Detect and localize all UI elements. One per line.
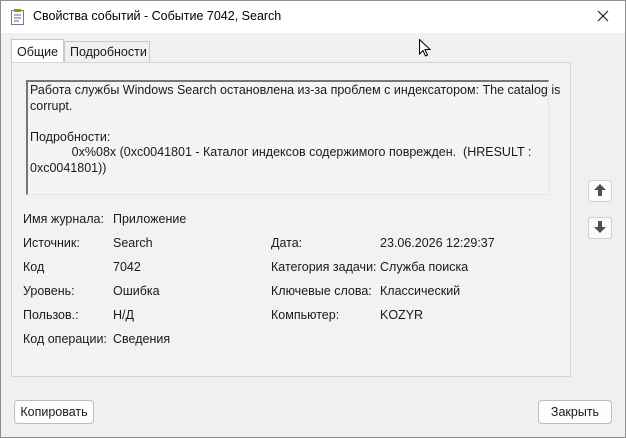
description-line <box>30 114 546 130</box>
description-line: corrupt. <box>30 98 73 113</box>
close-icon <box>597 10 609 25</box>
keywords-label: Ключевые слова: <box>271 284 372 298</box>
opcode-value: Сведения <box>113 332 171 346</box>
description-line: Работа службы Windows Search остановлена… <box>30 83 561 97</box>
opcode-label: Код операции: <box>23 332 107 346</box>
next-event-button[interactable] <box>588 217 612 239</box>
source-value: Search <box>113 236 153 250</box>
description-line: Подробности: <box>30 129 111 144</box>
event-id-label: Код <box>23 260 45 274</box>
log-name-label: Имя журнала: <box>23 212 104 226</box>
task-category-label: Категория задачи: <box>271 260 377 274</box>
event-properties-window: Свойства событий - Событие 7042, Search … <box>0 0 626 438</box>
copy-button[interactable]: Копировать <box>14 400 94 424</box>
level-value: Ошибка <box>113 284 160 298</box>
close-window-button[interactable] <box>581 1 625 33</box>
previous-event-button[interactable] <box>588 180 612 202</box>
user-value: Н/Д <box>113 308 134 322</box>
close-button[interactable]: Закрыть <box>538 400 612 424</box>
event-properties-icon <box>11 9 25 25</box>
user-label: Пользов.: <box>23 308 79 322</box>
general-tab-panel: Работа службы Windows Search остановлена… <box>11 62 571 377</box>
computer-label: Компьютер: <box>271 308 340 322</box>
arrow-up-icon <box>594 183 606 199</box>
description-line: 0xc0041801)) <box>30 160 107 175</box>
event-description[interactable]: Работа службы Windows Search остановлена… <box>26 80 561 195</box>
level-label: Уровень: <box>23 284 75 298</box>
keywords-value: Классический <box>380 284 461 298</box>
log-name-value: Приложение <box>113 212 187 226</box>
date-label: Дата: <box>271 236 303 250</box>
source-label: Источник: <box>23 236 80 250</box>
title-bar: Свойства событий - Событие 7042, Search <box>1 1 625 33</box>
task-category-value: Служба поиска <box>380 260 469 274</box>
description-line: 0x%08x (0xc0041801 - Каталог индексов со… <box>30 145 532 159</box>
tab-general[interactable]: Общие <box>11 39 64 62</box>
event-id-value: 7042 <box>113 260 141 274</box>
computer-value: KOZYR <box>380 308 424 322</box>
tab-details[interactable]: Подробности <box>64 41 150 62</box>
arrow-down-icon <box>594 220 606 236</box>
mouse-cursor-icon <box>419 38 432 60</box>
window-title: Свойства событий - Событие 7042, Search <box>33 9 282 23</box>
date-value: 23.06.2026 12:29:37 <box>380 236 495 250</box>
